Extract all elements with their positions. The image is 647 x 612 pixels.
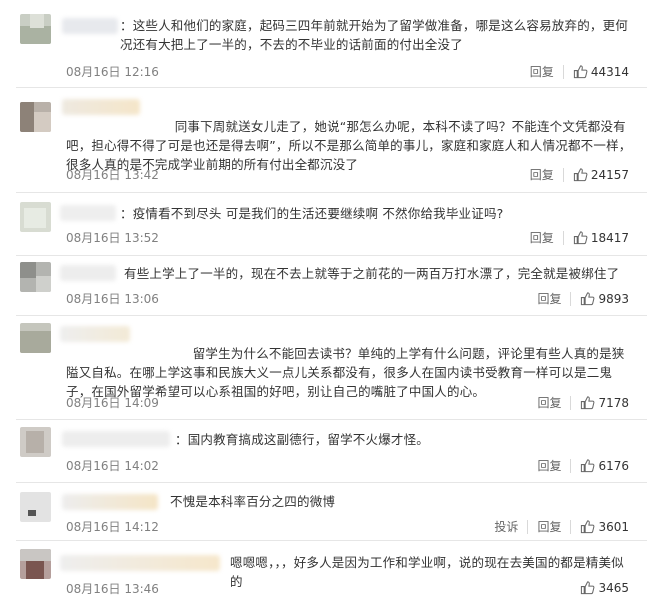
thumbs-up-icon <box>573 231 588 245</box>
like-button[interactable]: 6176 <box>580 458 629 473</box>
reply-button[interactable]: 回复 <box>537 518 561 535</box>
thumbs-up-icon <box>573 65 588 79</box>
comment-actions: 回复 24157 <box>530 166 629 183</box>
like-button[interactable]: 18417 <box>573 230 629 245</box>
action-divider <box>527 519 529 534</box>
like-count: 44314 <box>590 64 629 79</box>
like-button[interactable]: 9893 <box>580 291 629 306</box>
comment-actions: 回复 6176 <box>537 457 629 474</box>
avatar[interactable] <box>20 202 51 232</box>
comment-text: ：这些人和他们的家庭，起码三四年前就开始为了留学做准备，哪是这么容易放弃的，更何… <box>120 18 629 52</box>
like-count: 9893 <box>598 291 629 306</box>
comment-item: 有些上学上了一半的，现在不去上就等于之前花的一两百万打水漂了，完全就是被绑住了 … <box>0 256 647 316</box>
avatar[interactable] <box>20 102 51 132</box>
reply-button[interactable]: 回复 <box>530 166 554 183</box>
reply-button[interactable]: 回复 <box>537 394 561 411</box>
timestamp: 08月16日 12:16 <box>66 65 159 79</box>
comment-text: ：国内教育搞成这副德行，留学不火爆才怪。 <box>175 432 430 447</box>
comment-item: 留学生为什么不能回去读书？单纯的上学有什么问题，评论里有些人真的是狭隘又自私。在… <box>0 316 647 420</box>
action-divider <box>570 458 572 473</box>
action-divider <box>570 519 572 534</box>
timestamp: 08月16日 13:46 <box>66 582 159 596</box>
username[interactable] <box>62 494 158 510</box>
thumbs-up-icon <box>581 396 595 410</box>
action-divider <box>562 64 564 79</box>
timestamp: 08月16日 13:52 <box>66 231 159 245</box>
thumbs-up-icon <box>581 520 595 534</box>
avatar[interactable] <box>20 427 51 457</box>
like-count: 3601 <box>598 519 629 534</box>
comment-item: 同事下周就送女儿走了，她说“那怎么办呢，本科不读了吗？不能连个文凭都没有吧，担心… <box>0 88 647 193</box>
like-button[interactable]: 3601 <box>580 519 629 534</box>
comment-actions: 投诉 回复 3601 <box>494 518 629 535</box>
timestamp: 08月16日 14:02 <box>66 459 159 473</box>
action-divider <box>570 291 572 306</box>
action-divider <box>562 230 564 245</box>
comment-text: 有些上学上了一半的，现在不去上就等于之前花的一两百万打水漂了，完全就是被绑住了 <box>124 266 620 281</box>
avatar[interactable] <box>20 323 51 353</box>
like-count: 24157 <box>590 167 629 182</box>
avatar[interactable] <box>20 492 51 522</box>
username[interactable] <box>60 555 220 571</box>
thumbs-up-icon <box>581 459 595 473</box>
comment-item: ：这些人和他们的家庭，起码三四年前就开始为了留学做准备，哪是这么容易放弃的，更何… <box>0 0 647 88</box>
comment-actions: 回复 44314 <box>530 63 629 80</box>
comment-actions: 3465 <box>580 580 629 595</box>
thumbs-up-icon <box>573 168 588 182</box>
comment-body: 同事下周就送女儿走了，她说“那怎么办呢，本科不读了吗？不能连个文凭都没有吧，担心… <box>66 119 632 172</box>
like-count: 7178 <box>598 395 629 410</box>
comment-actions: 回复 7178 <box>537 394 629 411</box>
timestamp: 08月16日 14:09 <box>66 396 159 410</box>
comment-text: 嗯嗯嗯，，，好多人是因为工作和学业啊，说的现在去美国的都是精美似的 <box>230 555 624 589</box>
like-count: 6176 <box>598 458 629 473</box>
timestamp: 08月16日 13:06 <box>66 292 159 306</box>
like-button[interactable]: 7178 <box>580 395 629 410</box>
username[interactable] <box>60 265 116 281</box>
report-button[interactable]: 投诉 <box>494 518 518 535</box>
comment-item: ：国内教育搞成这副德行，留学不火爆才怪。 08月16日 14:02 回复 617… <box>0 420 647 483</box>
reply-button[interactable]: 回复 <box>530 229 554 246</box>
avatar[interactable] <box>20 549 51 579</box>
username[interactable] <box>60 205 116 221</box>
avatar[interactable] <box>20 262 51 292</box>
comment-item: 嗯嗯嗯，，，好多人是因为工作和学业啊，说的现在去美国的都是精美似的 08月16日… <box>0 541 647 612</box>
thumbs-up-icon <box>581 292 595 306</box>
comment-body: 留学生为什么不能回去读书？单纯的上学有什么问题，评论里有些人真的是狭隘又自私。在… <box>66 346 625 399</box>
comment-text: 不愧是本科率百分之四的微博 <box>170 494 336 509</box>
reply-button[interactable]: 回复 <box>537 457 561 474</box>
comment-actions: 回复 18417 <box>530 229 629 246</box>
comment-item: ：疫情看不到尽头 可是我们的生活还要继续啊 不然你给我毕业证吗? 08月16日 … <box>0 193 647 256</box>
like-button[interactable]: 24157 <box>573 167 629 182</box>
comment-text: ：疫情看不到尽头 可是我们的生活还要继续啊 不然你给我毕业证吗? <box>120 206 504 221</box>
action-divider <box>562 167 564 182</box>
comment-actions: 回复 9893 <box>537 290 629 307</box>
reply-button[interactable]: 回复 <box>537 290 561 307</box>
comment-item: 不愧是本科率百分之四的微博 08月16日 14:12 投诉 回复 3601 <box>0 483 647 541</box>
like-button[interactable]: 44314 <box>573 64 629 79</box>
like-count: 18417 <box>590 230 629 245</box>
username[interactable] <box>62 431 170 447</box>
action-divider <box>570 395 572 410</box>
reply-button[interactable]: 回复 <box>530 63 554 80</box>
like-count: 3465 <box>598 580 629 595</box>
timestamp: 08月16日 14:12 <box>66 520 159 534</box>
avatar[interactable] <box>20 14 51 44</box>
username[interactable] <box>62 18 118 34</box>
thumbs-up-icon <box>581 581 595 595</box>
timestamp: 08月16日 13:42 <box>66 168 159 182</box>
like-button[interactable]: 3465 <box>580 580 629 595</box>
